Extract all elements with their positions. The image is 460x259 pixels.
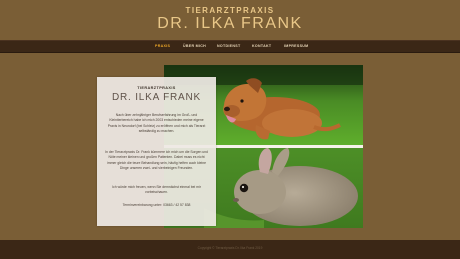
- nav-item-praxis[interactable]: PRAXIS: [155, 44, 170, 48]
- nav-item-ueber-mich[interactable]: ÜBER MICH: [183, 44, 206, 48]
- nav-item-kontakt[interactable]: KONTAKT: [252, 44, 271, 48]
- copyright-text: Copyright © Tierarztpraxis Dr. Ilka Fran…: [197, 246, 263, 250]
- site-header: TIERARZTPRAXIS DR. ILKA FRANK: [0, 0, 460, 40]
- care-paragraph: In der Tierarztpraxis Dr. Frank kümmere …: [105, 150, 208, 171]
- intro-paragraph: Nach über zehnjähriger Berufserfahrung i…: [107, 113, 206, 134]
- nav-item-impressum[interactable]: IMPRESSUM: [284, 44, 308, 48]
- brand-name[interactable]: DR. ILKA FRANK: [0, 15, 460, 33]
- appointment-phone: Terminvereinbarung unter: 03663 / 42 57 …: [122, 203, 191, 207]
- intro-card: TIERARZTPRAXIS DR. ILKA FRANK Nach über …: [97, 77, 216, 226]
- nav-item-notdienst[interactable]: NOTDIENST: [217, 44, 240, 48]
- card-title: DR. ILKA FRANK: [112, 92, 201, 103]
- card-kicker: TIERARZTPRAXIS: [137, 86, 176, 90]
- invite-paragraph: Ich würde mich freuen, wenn Sie demnächs…: [112, 185, 201, 195]
- main-nav: PRAXIS ÜBER MICH NOTDIENST KONTAKT IMPRE…: [0, 40, 460, 53]
- brand-kicker: TIERARZTPRAXIS: [185, 6, 275, 15]
- site-footer: Copyright © Tierarztpraxis Dr. Ilka Fran…: [0, 240, 460, 259]
